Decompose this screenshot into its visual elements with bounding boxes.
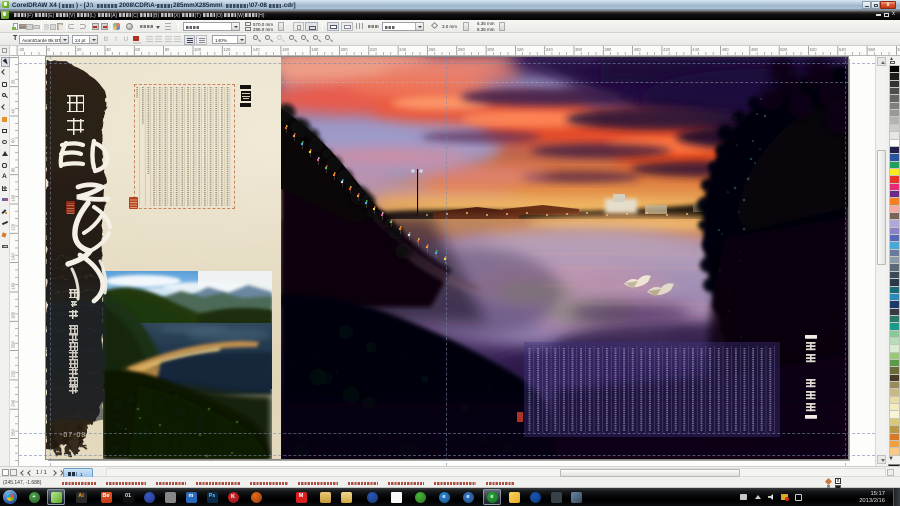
svg-text:0: 0	[48, 47, 51, 52]
svg-text:240: 240	[11, 399, 16, 407]
svg-text:40: 40	[11, 108, 16, 113]
svg-text:540: 540	[839, 47, 847, 52]
svg-text:280: 280	[458, 47, 466, 52]
svg-text:160: 160	[11, 282, 16, 290]
svg-text:80: 80	[165, 47, 170, 52]
svg-text:60: 60	[135, 47, 140, 52]
svg-text:-20: -20	[18, 47, 25, 52]
svg-text:240: 240	[399, 47, 407, 52]
svg-text:20: 20	[77, 47, 82, 52]
svg-text:500: 500	[780, 47, 788, 52]
svg-text:220: 220	[11, 370, 16, 378]
svg-text:20: 20	[11, 79, 16, 84]
svg-text:440: 440	[692, 47, 700, 52]
svg-text:460: 460	[722, 47, 730, 52]
svg-text:180: 180	[11, 311, 16, 319]
svg-text:200: 200	[341, 47, 349, 52]
svg-text:520: 520	[810, 47, 818, 52]
svg-text:320: 320	[517, 47, 525, 52]
svg-text:400: 400	[634, 47, 642, 52]
svg-text:260: 260	[11, 429, 16, 437]
svg-text:300: 300	[487, 47, 495, 52]
svg-text:100: 100	[11, 194, 16, 202]
svg-text:200: 200	[11, 341, 16, 349]
svg-text:140: 140	[253, 47, 261, 52]
svg-text:220: 220	[370, 47, 378, 52]
svg-text:420: 420	[663, 47, 671, 52]
svg-text:100: 100	[194, 47, 202, 52]
svg-text:560: 560	[868, 47, 876, 52]
svg-text:140: 140	[11, 253, 16, 261]
svg-text:260: 260	[429, 47, 437, 52]
svg-text:40: 40	[106, 47, 111, 52]
svg-text:340: 340	[546, 47, 554, 52]
svg-text:60: 60	[11, 138, 16, 143]
svg-text:360: 360	[575, 47, 583, 52]
svg-text:380: 380	[604, 47, 612, 52]
svg-text:80: 80	[11, 167, 16, 172]
svg-text:120: 120	[223, 47, 231, 52]
svg-text:480: 480	[751, 47, 759, 52]
svg-text:180: 180	[311, 47, 319, 52]
svg-text:160: 160	[282, 47, 290, 52]
svg-text:120: 120	[11, 223, 16, 231]
